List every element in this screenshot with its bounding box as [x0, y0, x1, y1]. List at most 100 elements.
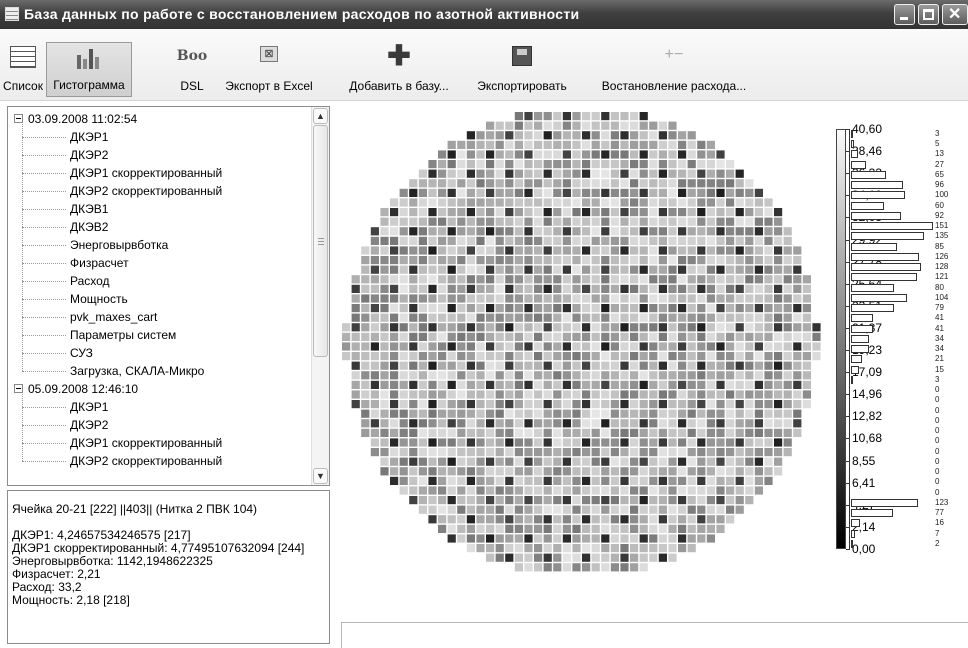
core-cell[interactable]	[630, 496, 639, 505]
core-cell[interactable]	[726, 332, 735, 341]
core-cell[interactable]	[716, 323, 725, 332]
core-cell[interactable]	[678, 150, 687, 159]
core-cell[interactable]	[678, 140, 687, 149]
core-cell[interactable]	[697, 400, 706, 409]
core-cell[interactable]	[697, 409, 706, 418]
core-cell[interactable]	[716, 390, 725, 399]
core-cell[interactable]	[697, 380, 706, 389]
core-cell[interactable]	[409, 361, 418, 370]
core-cell[interactable]	[764, 409, 773, 418]
core-cell[interactable]	[428, 304, 437, 313]
core-cell[interactable]	[380, 419, 389, 428]
core-cell[interactable]	[486, 505, 495, 514]
core-cell[interactable]	[639, 323, 648, 332]
core-cell[interactable]	[361, 400, 370, 409]
core-cell[interactable]	[351, 361, 360, 370]
core-cell[interactable]	[630, 179, 639, 188]
core-cell[interactable]	[630, 419, 639, 428]
core-cell[interactable]	[783, 342, 792, 351]
core-cell[interactable]	[370, 236, 379, 245]
core-cell[interactable]	[697, 342, 706, 351]
core-cell[interactable]	[668, 275, 677, 284]
core-cell[interactable]	[793, 342, 802, 351]
core-cell[interactable]	[495, 227, 504, 236]
core-cell[interactable]	[457, 352, 466, 361]
core-cell[interactable]	[505, 352, 514, 361]
core-cell[interactable]	[783, 390, 792, 399]
core-cell[interactable]	[466, 227, 475, 236]
core-cell[interactable]	[370, 332, 379, 341]
core-cell[interactable]	[457, 467, 466, 476]
core-cell[interactable]	[668, 160, 677, 169]
core-cell[interactable]	[447, 486, 456, 495]
core-cell[interactable]	[534, 563, 543, 572]
core-cell[interactable]	[591, 380, 600, 389]
core-cell[interactable]	[591, 256, 600, 265]
core-cell[interactable]	[534, 304, 543, 313]
core-cell[interactable]	[620, 275, 629, 284]
core-cell[interactable]	[553, 140, 562, 149]
core-cell[interactable]	[476, 188, 485, 197]
core-cell[interactable]	[745, 467, 754, 476]
core-cell[interactable]	[524, 217, 533, 226]
core-cell[interactable]	[620, 246, 629, 255]
core-cell[interactable]	[601, 505, 610, 514]
core-cell[interactable]	[418, 448, 427, 457]
core-cell[interactable]	[735, 313, 744, 322]
core-cell[interactable]	[649, 534, 658, 543]
core-cell[interactable]	[601, 284, 610, 293]
core-cell[interactable]	[572, 400, 581, 409]
core-cell[interactable]	[716, 486, 725, 495]
core-cell[interactable]	[582, 179, 591, 188]
core-cell[interactable]	[466, 515, 475, 524]
core-cell[interactable]	[745, 304, 754, 313]
core-cell[interactable]	[466, 179, 475, 188]
core-cell[interactable]	[399, 332, 408, 341]
core-cell[interactable]	[409, 496, 418, 505]
core-cell[interactable]	[438, 284, 447, 293]
core-cell[interactable]	[610, 332, 619, 341]
core-cell[interactable]	[649, 476, 658, 485]
core-cell[interactable]	[534, 112, 543, 121]
core-cell[interactable]	[697, 361, 706, 370]
core-cell[interactable]	[726, 496, 735, 505]
core-cell[interactable]	[543, 150, 552, 159]
scroll-up-button[interactable]: ▲	[313, 108, 328, 124]
core-cell[interactable]	[447, 140, 456, 149]
core-cell[interactable]	[476, 409, 485, 418]
core-cell[interactable]	[774, 275, 783, 284]
core-cell[interactable]	[601, 467, 610, 476]
core-cell[interactable]	[630, 323, 639, 332]
core-cell[interactable]	[639, 332, 648, 341]
core-cell[interactable]	[783, 448, 792, 457]
core-cell[interactable]	[774, 208, 783, 217]
core-cell[interactable]	[610, 409, 619, 418]
core-cell[interactable]	[399, 361, 408, 370]
core-cell[interactable]	[735, 169, 744, 178]
core-cell[interactable]	[678, 419, 687, 428]
core-cell[interactable]	[668, 323, 677, 332]
core-cell[interactable]	[418, 227, 427, 236]
core-cell[interactable]	[534, 256, 543, 265]
core-cell[interactable]	[495, 390, 504, 399]
core-cell[interactable]	[553, 332, 562, 341]
core-cell[interactable]	[783, 419, 792, 428]
core-cell[interactable]	[562, 505, 571, 514]
core-cell[interactable]	[678, 160, 687, 169]
core-cell[interactable]	[514, 246, 523, 255]
core-cell[interactable]	[774, 265, 783, 274]
core-cell[interactable]	[438, 294, 447, 303]
core-cell[interactable]	[524, 188, 533, 197]
core-cell[interactable]	[774, 361, 783, 370]
core-cell[interactable]	[610, 198, 619, 207]
core-cell[interactable]	[505, 121, 514, 130]
core-cell[interactable]	[764, 342, 773, 351]
core-cell[interactable]	[399, 467, 408, 476]
core-cell[interactable]	[745, 208, 754, 217]
core-cell[interactable]	[380, 332, 389, 341]
core-cell[interactable]	[639, 380, 648, 389]
core-cell[interactable]	[524, 553, 533, 562]
core-cell[interactable]	[726, 179, 735, 188]
core-cell[interactable]	[495, 265, 504, 274]
core-cell[interactable]	[476, 246, 485, 255]
